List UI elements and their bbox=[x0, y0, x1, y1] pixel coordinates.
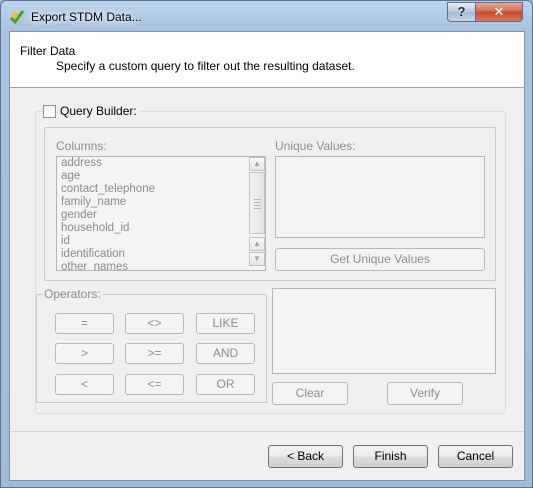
operator-button[interactable]: > bbox=[55, 343, 114, 364]
finish-button[interactable]: Finish bbox=[353, 445, 428, 468]
operators-label: Operators: bbox=[42, 287, 103, 301]
list-item[interactable]: address bbox=[57, 157, 265, 170]
qgis-icon bbox=[9, 10, 25, 25]
list-item[interactable]: gender bbox=[57, 209, 265, 222]
query-builder-checkbox[interactable] bbox=[43, 104, 56, 118]
cancel-button[interactable]: Cancel bbox=[438, 445, 513, 468]
scroll-down-icon[interactable]: ▼ bbox=[249, 252, 265, 266]
list-item[interactable]: family_name bbox=[57, 196, 265, 209]
operator-button[interactable]: >= bbox=[125, 343, 184, 364]
close-button[interactable]: ✕ bbox=[475, 2, 523, 22]
operator-button[interactable]: < bbox=[55, 374, 114, 395]
columns-items: address age contact_telephone family_name ge… bbox=[57, 157, 265, 270]
operator-button[interactable]: OR bbox=[196, 374, 255, 395]
list-item[interactable]: contact_telephone bbox=[57, 183, 265, 196]
list-item[interactable]: age bbox=[57, 170, 265, 183]
help-button[interactable]: ? bbox=[447, 2, 476, 22]
back-button[interactable]: < Back bbox=[268, 445, 343, 468]
unique-values-label: Unique Values: bbox=[275, 139, 356, 153]
verify-button[interactable]: Verify bbox=[387, 382, 463, 405]
operator-button[interactable]: <> bbox=[125, 313, 184, 334]
list-item[interactable]: identification bbox=[57, 248, 265, 261]
page-title: Filter Data bbox=[20, 44, 76, 58]
operator-button[interactable]: AND bbox=[196, 343, 255, 364]
query-builder-label: Query Builder: bbox=[60, 104, 137, 118]
window-title: Export STDM Data... bbox=[31, 10, 142, 24]
columns-scrollbar[interactable]: ▲ ▲ ▼ bbox=[248, 156, 265, 271]
list-item[interactable]: household_id bbox=[57, 222, 265, 235]
title-bar[interactable]: Export STDM Data... ? ✕ bbox=[1, 1, 532, 31]
scroll-up-icon[interactable]: ▲ bbox=[249, 237, 265, 251]
footer-separator bbox=[10, 431, 524, 432]
scroll-up-icon[interactable]: ▲ bbox=[249, 157, 265, 171]
wizard-header: Filter Data Specify a custom query to fi… bbox=[10, 32, 524, 88]
page-subtitle: Specify a custom query to filter out the… bbox=[56, 59, 355, 73]
expression-editor[interactable] bbox=[272, 288, 496, 374]
list-item[interactable]: id bbox=[57, 235, 265, 248]
grip-icon bbox=[254, 199, 261, 209]
get-unique-values-button[interactable]: Get Unique Values bbox=[275, 248, 485, 271]
clear-button[interactable]: Clear bbox=[272, 382, 348, 405]
operator-button[interactable]: = bbox=[55, 313, 114, 334]
scroll-thumb[interactable] bbox=[249, 172, 265, 234]
columns-list[interactable]: address age contact_telephone family_name ge… bbox=[56, 156, 266, 271]
list-item[interactable]: other_names bbox=[57, 261, 265, 270]
operator-button[interactable]: LIKE bbox=[196, 313, 255, 334]
columns-label: Columns: bbox=[56, 139, 107, 153]
query-builder-toggle[interactable]: Query Builder: bbox=[43, 104, 140, 118]
dialog-window: Export STDM Data... ? ✕ Filter Data Spec… bbox=[0, 0, 533, 488]
unique-values-list[interactable] bbox=[275, 156, 485, 238]
operator-button[interactable]: <= bbox=[125, 374, 184, 395]
wizard-page: Filter Data Specify a custom query to fi… bbox=[9, 31, 525, 481]
